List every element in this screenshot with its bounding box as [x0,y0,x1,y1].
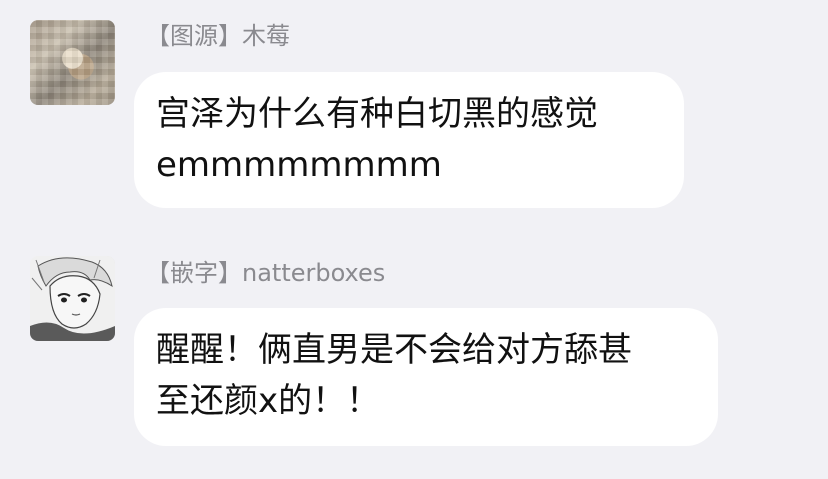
message-bubble[interactable]: 宫泽为什么有种白切黑的感觉 emmmmmmmm [134,72,684,208]
message-text: 宫泽为什么有种白切黑的感觉 emmmmmmmm [156,94,598,185]
sender-name[interactable]: 【图源】木莓 [146,20,290,52]
user-avatar[interactable] [30,20,115,105]
avatar-illustration [30,256,115,341]
user-avatar[interactable] [30,256,115,341]
message-text: 醒醒！俩直男是不会给对方舔甚 至还颜x的！！ [156,330,632,421]
chat-thread: 【图源】木莓 宫泽为什么有种白切黑的感觉 emmmmmmmm 【嵌字】natte… [0,0,828,479]
message-bubble[interactable]: 醒醒！俩直男是不会给对方舔甚 至还颜x的！！ [134,308,718,446]
sender-name[interactable]: 【嵌字】natterboxes [146,257,385,289]
